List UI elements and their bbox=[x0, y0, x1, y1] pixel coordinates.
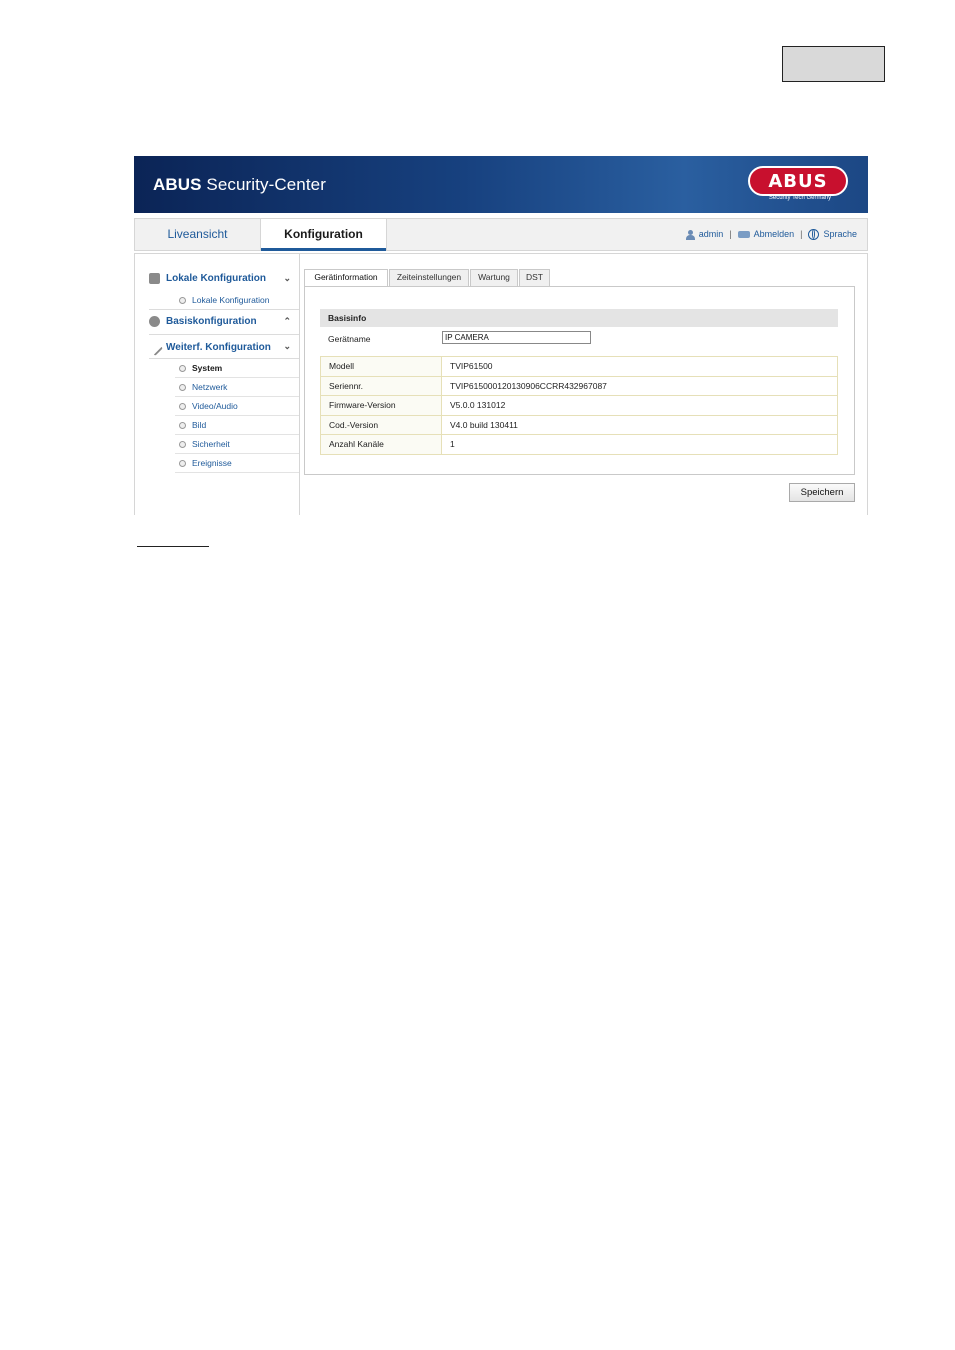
tab-konfiguration[interactable]: Konfiguration bbox=[260, 219, 387, 251]
user-menu: admin | Abmelden | Sprache bbox=[685, 219, 857, 250]
row-label: Cod.-Version bbox=[320, 414, 442, 435]
user-icon bbox=[685, 229, 695, 240]
table-row: Firmware-Version V5.0.0 131012 bbox=[320, 395, 838, 416]
globe-icon bbox=[808, 229, 820, 241]
main-panel: Gerätinformation Zeiteinstellungen Wartu… bbox=[303, 254, 867, 515]
tab-liveansicht[interactable]: Liveansicht bbox=[135, 219, 260, 250]
row-value: TVIP61500 bbox=[441, 356, 838, 377]
tab-wartung[interactable]: Wartung bbox=[470, 269, 518, 287]
section-header: Basisinfo bbox=[320, 309, 838, 327]
logout-link[interactable]: Abmelden bbox=[754, 229, 795, 239]
app-window: ABUS Security-Center ABUS Security Tech … bbox=[134, 156, 868, 515]
underline-rule bbox=[137, 546, 209, 547]
row-label: Firmware-Version bbox=[320, 395, 442, 416]
device-name-label: Gerätname bbox=[328, 334, 371, 344]
abus-logo: ABUS bbox=[748, 166, 848, 196]
save-button[interactable]: Speichern bbox=[789, 483, 855, 502]
row-label: Seriennr. bbox=[320, 375, 442, 396]
page-number-box bbox=[782, 46, 885, 82]
sidebar-item-bild[interactable]: Bild bbox=[179, 420, 299, 430]
monitor-icon bbox=[149, 273, 160, 284]
language-link[interactable]: Sprache bbox=[823, 229, 857, 239]
sidebar-item-sicherheit[interactable]: Sicherheit bbox=[179, 439, 299, 449]
row-value: TVIP615000120130906CCRR432967087 bbox=[441, 375, 838, 396]
device-name-field[interactable]: IP CAMERA bbox=[442, 331, 591, 344]
sidebar: Lokale Konfiguration ⌄ Lokale Konfigurati… bbox=[135, 254, 300, 515]
sidebar-item-netzwerk[interactable]: Netzwerk bbox=[179, 382, 299, 392]
sidebar-section-weiterf-konfiguration[interactable]: Weiterf. Konfiguration ⌄ bbox=[146, 339, 299, 356]
sidebar-item-video-audio[interactable]: Video/Audio bbox=[179, 401, 299, 411]
sidebar-item-system[interactable]: System bbox=[179, 363, 299, 373]
row-value: V5.0.0 131012 bbox=[441, 395, 838, 416]
device-info-panel: Basisinfo Gerätname IP CAMERA Modell TVIP… bbox=[304, 286, 855, 475]
gear-icon bbox=[149, 316, 160, 327]
content-area: Lokale Konfiguration ⌄ Lokale Konfigurati… bbox=[134, 253, 868, 515]
row-label: Anzahl Kanäle bbox=[320, 434, 442, 455]
logo-tagline: Security Tech Germany bbox=[768, 195, 832, 201]
row-value: 1 bbox=[441, 434, 838, 455]
logout-icon bbox=[737, 231, 750, 239]
header-banner: ABUS Security-Center ABUS Security Tech … bbox=[134, 156, 868, 213]
tab-geraetinformation[interactable]: Gerätinformation bbox=[304, 269, 388, 287]
app-title: ABUS Security-Center bbox=[153, 175, 326, 194]
user-link[interactable]: admin bbox=[699, 229, 724, 239]
sidebar-item-ereignisse[interactable]: Ereignisse bbox=[179, 458, 299, 468]
sidebar-item-lokale-konfiguration[interactable]: Lokale Konfiguration bbox=[179, 295, 299, 305]
chevron-up-icon: ⌃ bbox=[283, 316, 291, 326]
chevron-down-icon: ⌄ bbox=[283, 341, 291, 351]
sidebar-section-lokale-konfiguration[interactable]: Lokale Konfiguration ⌄ bbox=[149, 273, 299, 284]
wrench-icon bbox=[146, 339, 163, 356]
chevron-down-icon: ⌄ bbox=[283, 273, 291, 283]
table-row: Seriennr. TVIP615000120130906CCRR43296708… bbox=[320, 375, 838, 396]
device-info-table: Modell TVIP61500 Seriennr. TVIP61500012013… bbox=[320, 356, 838, 455]
row-label: Modell bbox=[320, 356, 442, 377]
table-row: Anzahl Kanäle 1 bbox=[320, 434, 838, 455]
tab-zeiteinstellungen[interactable]: Zeiteinstellungen bbox=[389, 269, 469, 287]
top-navigation: Liveansicht Konfiguration admin | Abmelden… bbox=[134, 218, 868, 251]
row-value: V4.0 build 130411 bbox=[441, 414, 838, 435]
sidebar-section-basiskonfiguration[interactable]: Basiskonfiguration ⌃ bbox=[149, 316, 299, 327]
tab-dst[interactable]: DST bbox=[519, 269, 550, 287]
table-row: Cod.-Version V4.0 build 130411 bbox=[320, 414, 838, 435]
table-row: Modell TVIP61500 bbox=[320, 356, 838, 377]
